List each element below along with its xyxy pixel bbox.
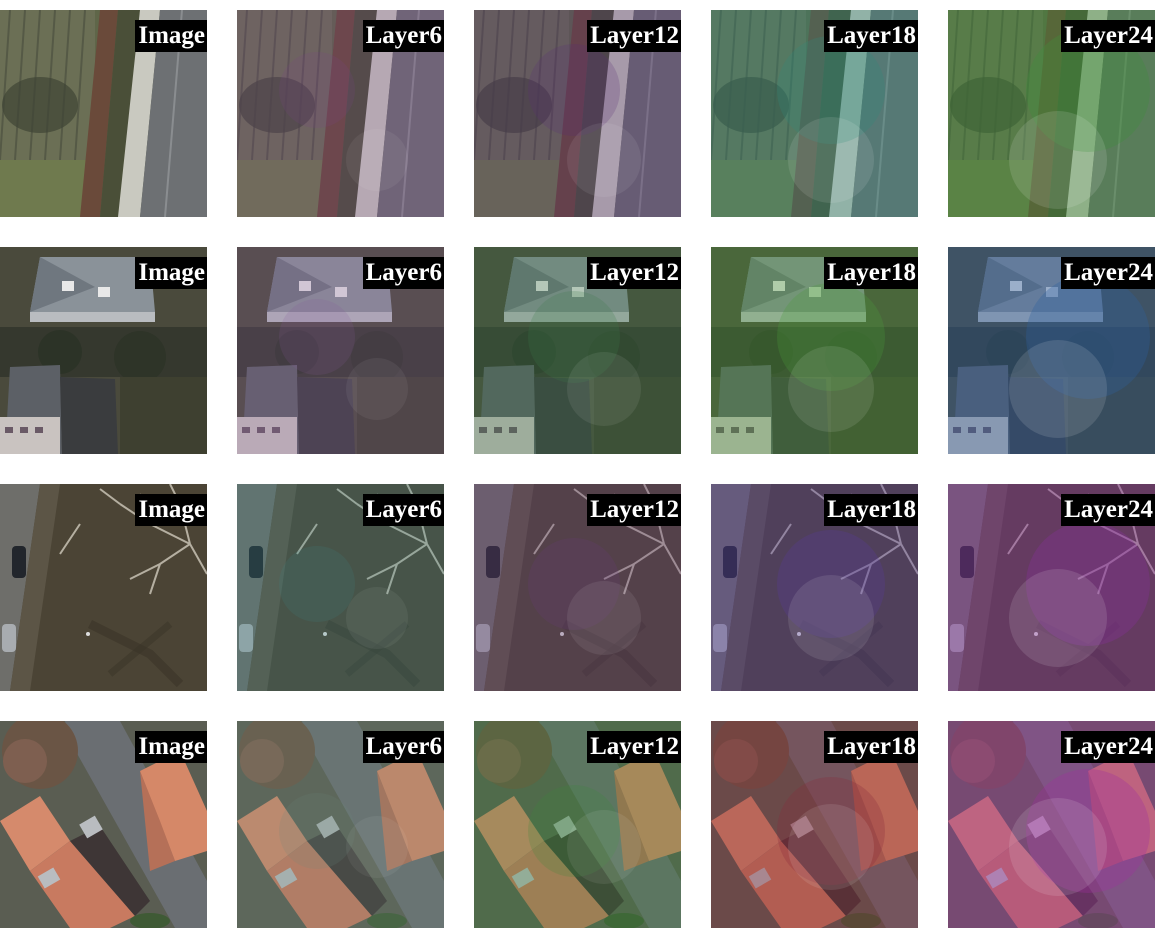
panel-label: Layer12 (587, 494, 681, 526)
panel-label: Layer6 (362, 20, 444, 52)
panel-label: Layer18 (824, 257, 918, 289)
panel-label: Image (135, 20, 207, 52)
panel-label: Layer18 (824, 20, 918, 52)
panel-field-road-layer12: Layer12 (474, 10, 681, 217)
panel-label: Layer6 (362, 731, 444, 763)
panel-label: Layer18 (824, 494, 918, 526)
panel-houses-yard-layer24: Layer24 (948, 247, 1155, 454)
panel-roofs-street-layer24: Layer24 (948, 721, 1155, 928)
panel-field-road-layer18: Layer18 (711, 10, 918, 217)
panel-label: Layer18 (824, 731, 918, 763)
panel-roofs-street-layer6: Layer6 (237, 721, 444, 928)
panel-label: Layer24 (1061, 20, 1155, 52)
panel-field-road-layer6: Layer6 (237, 10, 444, 217)
panel-houses-yard-layer6: Layer6 (237, 247, 444, 454)
panel-trees-road-layer18: Layer18 (711, 484, 918, 691)
panel-label: Layer12 (587, 731, 681, 763)
panel-roofs-street-layer12: Layer12 (474, 721, 681, 928)
panel-roofs-street-layer18: Layer18 (711, 721, 918, 928)
panel-label: Image (135, 257, 207, 289)
panel-label: Layer24 (1061, 257, 1155, 289)
panel-label: Layer12 (587, 257, 681, 289)
panel-field-road-image: Image (0, 10, 207, 217)
panel-label: Layer24 (1061, 731, 1155, 763)
panel-label: Image (135, 494, 207, 526)
panel-label: Layer24 (1061, 494, 1155, 526)
panel-houses-yard-image: Image (0, 247, 207, 454)
panel-label: Image (135, 731, 207, 763)
panel-roofs-street-image: Image (0, 721, 207, 928)
panel-label: Layer6 (362, 494, 444, 526)
panel-trees-road-image: Image (0, 484, 207, 691)
panel-houses-yard-layer18: Layer18 (711, 247, 918, 454)
panel-trees-road-layer12: Layer12 (474, 484, 681, 691)
panel-label: Layer6 (362, 257, 444, 289)
panel-label: Layer12 (587, 20, 681, 52)
panel-houses-yard-layer12: Layer12 (474, 247, 681, 454)
panel-trees-road-layer6: Layer6 (237, 484, 444, 691)
panel-field-road-layer24: Layer24 (948, 10, 1155, 217)
panel-trees-road-layer24: Layer24 (948, 484, 1155, 691)
